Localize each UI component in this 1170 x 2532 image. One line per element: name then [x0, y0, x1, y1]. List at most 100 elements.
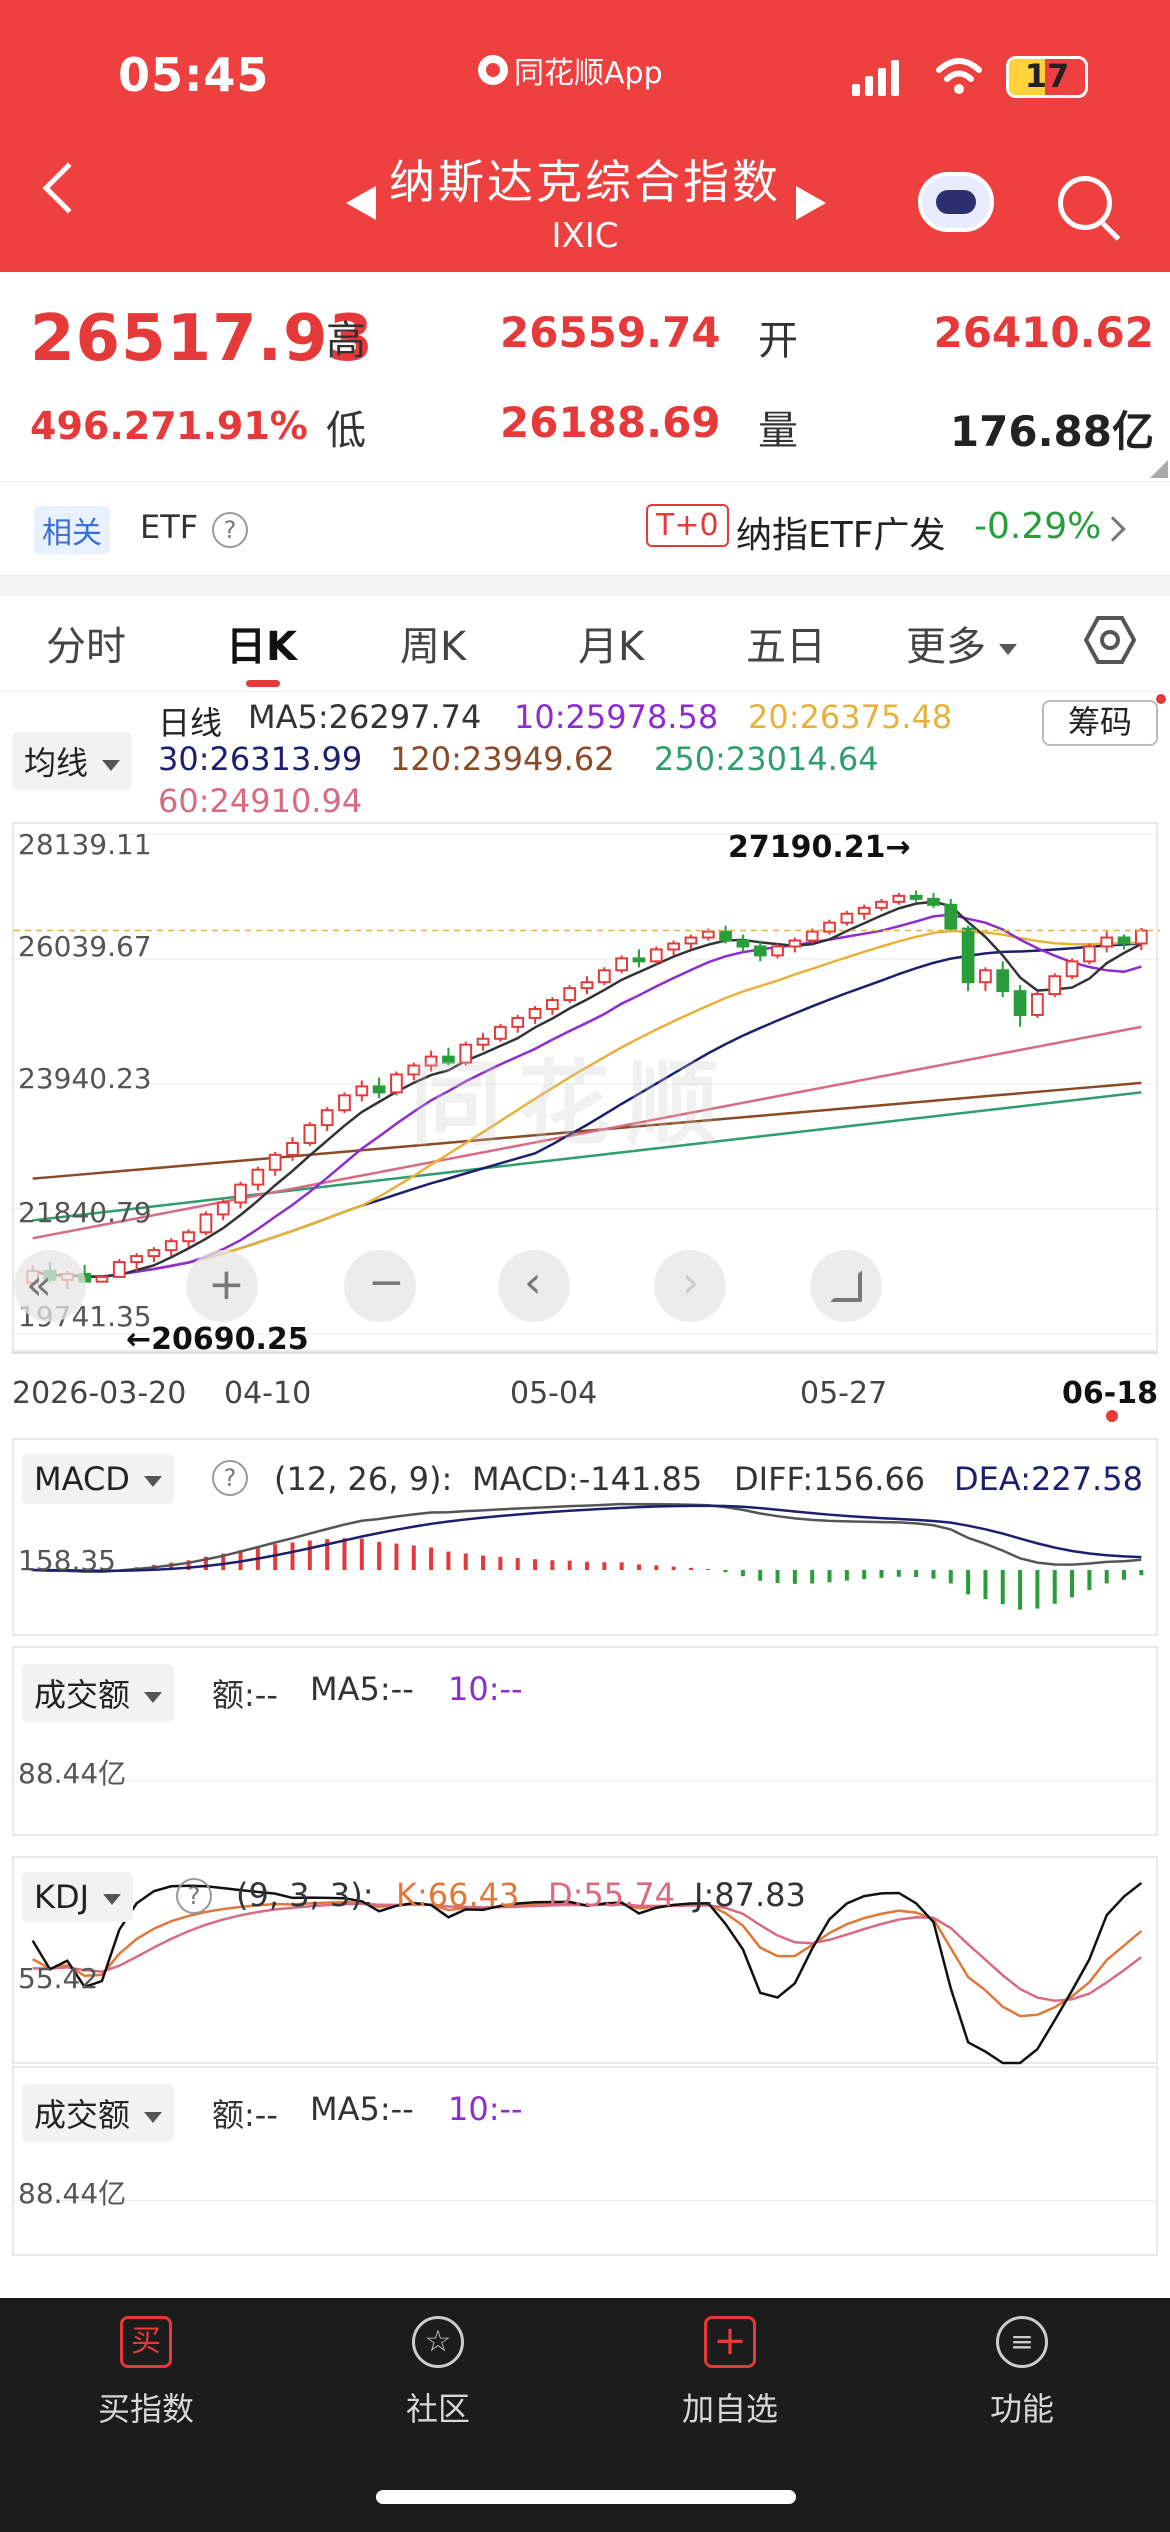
- macd-bar: [723, 1570, 728, 1573]
- ma-select[interactable]: 均线: [12, 732, 133, 790]
- help-icon[interactable]: ?: [212, 512, 248, 548]
- candle-body[interactable]: [615, 957, 629, 972]
- candle-body[interactable]: [1117, 936, 1131, 945]
- macd-select[interactable]: MACD: [22, 1454, 174, 1504]
- candle-body[interactable]: [320, 1109, 334, 1127]
- buy-icon: 买: [120, 2316, 172, 2368]
- candle-body[interactable]: [1082, 945, 1096, 963]
- search-icon[interactable]: [1058, 176, 1112, 230]
- turnover-select-2[interactable]: 成交额: [22, 2084, 175, 2142]
- candle-body[interactable]: [1048, 975, 1062, 996]
- y-tick: 21840.79: [18, 1196, 152, 1229]
- candle-body[interactable]: [1134, 929, 1148, 945]
- candle-body[interactable]: [95, 1275, 109, 1283]
- candle-body[interactable]: [1031, 993, 1044, 1016]
- tab-five-day[interactable]: 五日: [746, 614, 826, 672]
- nav-community[interactable]: ☆ 社区: [338, 2316, 538, 2430]
- candle-body[interactable]: [927, 897, 940, 906]
- tab-minute[interactable]: 分时: [46, 614, 126, 672]
- index-code: IXIC: [551, 216, 619, 256]
- candle-body[interactable]: [130, 1255, 143, 1264]
- turnover-panel-2[interactable]: [12, 2066, 1158, 2256]
- help-icon[interactable]: ?: [212, 1460, 248, 1496]
- candle-body[interactable]: [164, 1240, 178, 1252]
- candle-body[interactable]: [684, 936, 698, 945]
- candle-body[interactable]: [667, 942, 680, 951]
- nav-add-watchlist[interactable]: + 加自选: [630, 2316, 830, 2430]
- kdj-select[interactable]: KDJ: [22, 1872, 134, 1922]
- candle-body[interactable]: [1065, 960, 1079, 978]
- tab-more[interactable]: 更多: [906, 614, 1017, 672]
- candle-body[interactable]: [1013, 990, 1027, 1016]
- candle-body[interactable]: [199, 1213, 213, 1234]
- candle-body[interactable]: [528, 1007, 542, 1019]
- candle-body[interactable]: [736, 939, 750, 948]
- candle-body[interactable]: [545, 999, 559, 1010]
- zoom-in-button[interactable]: +: [186, 1250, 258, 1322]
- caret-down-icon: [143, 1475, 162, 1487]
- help-icon[interactable]: ?: [176, 1878, 212, 1914]
- candle-body[interactable]: [372, 1085, 386, 1094]
- expand-corner-icon[interactable]: [1150, 460, 1168, 478]
- candle-body[interactable]: [147, 1249, 161, 1258]
- caret-down-icon: [998, 643, 1017, 655]
- candle-body[interactable]: [112, 1261, 126, 1278]
- candle-body[interactable]: [355, 1085, 369, 1097]
- candle-body[interactable]: [840, 912, 854, 924]
- scroll-right-button[interactable]: ›: [654, 1250, 726, 1322]
- next-triangle-icon[interactable]: [796, 186, 826, 220]
- nav-functions[interactable]: ≡ 功能: [922, 2316, 1122, 2430]
- zoom-out-button[interactable]: −: [344, 1250, 416, 1322]
- candle-body[interactable]: [251, 1168, 265, 1186]
- candle-body[interactable]: [996, 969, 1010, 993]
- turnover-select[interactable]: 成交额: [22, 1664, 175, 1722]
- fund-name[interactable]: 纳指ETF广发: [736, 506, 945, 558]
- candle-body[interactable]: [216, 1201, 230, 1216]
- cellular-signal-icon: [852, 60, 902, 96]
- nav-buy-index[interactable]: 买 买指数: [46, 2316, 246, 2430]
- volume-label: 量: [758, 408, 798, 454]
- candle-body[interactable]: [979, 969, 992, 984]
- candle-body[interactable]: [234, 1183, 247, 1204]
- candle-body[interactable]: [1100, 936, 1114, 948]
- candle-body[interactable]: [944, 903, 958, 930]
- settings-hexagon-icon[interactable]: [1083, 614, 1137, 666]
- candle-body[interactable]: [771, 945, 784, 957]
- candle-body[interactable]: [875, 900, 888, 909]
- scroll-left-button[interactable]: ‹: [498, 1250, 570, 1322]
- home-indicator[interactable]: [376, 2490, 796, 2504]
- candle-body[interactable]: [268, 1153, 282, 1171]
- chevron-right-icon[interactable]: [1100, 516, 1126, 542]
- candle-body[interactable]: [892, 894, 906, 903]
- candle-body[interactable]: [338, 1094, 351, 1112]
- candle-body[interactable]: [580, 981, 594, 990]
- macd-bar: [498, 1556, 503, 1570]
- candle-body[interactable]: [303, 1124, 317, 1144]
- candle-body[interactable]: [563, 987, 577, 1002]
- candle-body[interactable]: [805, 930, 819, 942]
- related-etf-row[interactable]: 相关 ETF ? T+0 纳指ETF广发 -0.29%: [0, 482, 1170, 576]
- fullscreen-button[interactable]: [810, 1250, 882, 1322]
- robot-assistant-icon[interactable]: [918, 172, 994, 232]
- tab-daily-k[interactable]: 日K: [226, 614, 297, 672]
- candle-body[interactable]: [597, 969, 611, 984]
- nav-label: 功能: [989, 2390, 1054, 2428]
- scroll-left-double-button[interactable]: «: [14, 1250, 86, 1322]
- candle-body[interactable]: [719, 930, 732, 942]
- candle-body[interactable]: [511, 1016, 525, 1028]
- candle-body[interactable]: [649, 948, 663, 963]
- candle-body[interactable]: [788, 939, 802, 948]
- candle-body[interactable]: [961, 927, 975, 984]
- chips-button[interactable]: 筹码: [1042, 700, 1158, 746]
- tab-monthly-k[interactable]: 月K: [578, 614, 644, 672]
- candle-body[interactable]: [753, 945, 767, 957]
- candle-body[interactable]: [857, 906, 871, 915]
- candle-body[interactable]: [182, 1231, 195, 1243]
- tab-weekly-k[interactable]: 周K: [400, 614, 466, 672]
- turnover-panel[interactable]: [12, 1646, 1158, 1836]
- candle-body[interactable]: [286, 1141, 299, 1156]
- candle-body[interactable]: [390, 1073, 403, 1094]
- candle-body[interactable]: [909, 894, 923, 900]
- candle-body[interactable]: [701, 930, 715, 939]
- candle-body[interactable]: [632, 957, 646, 963]
